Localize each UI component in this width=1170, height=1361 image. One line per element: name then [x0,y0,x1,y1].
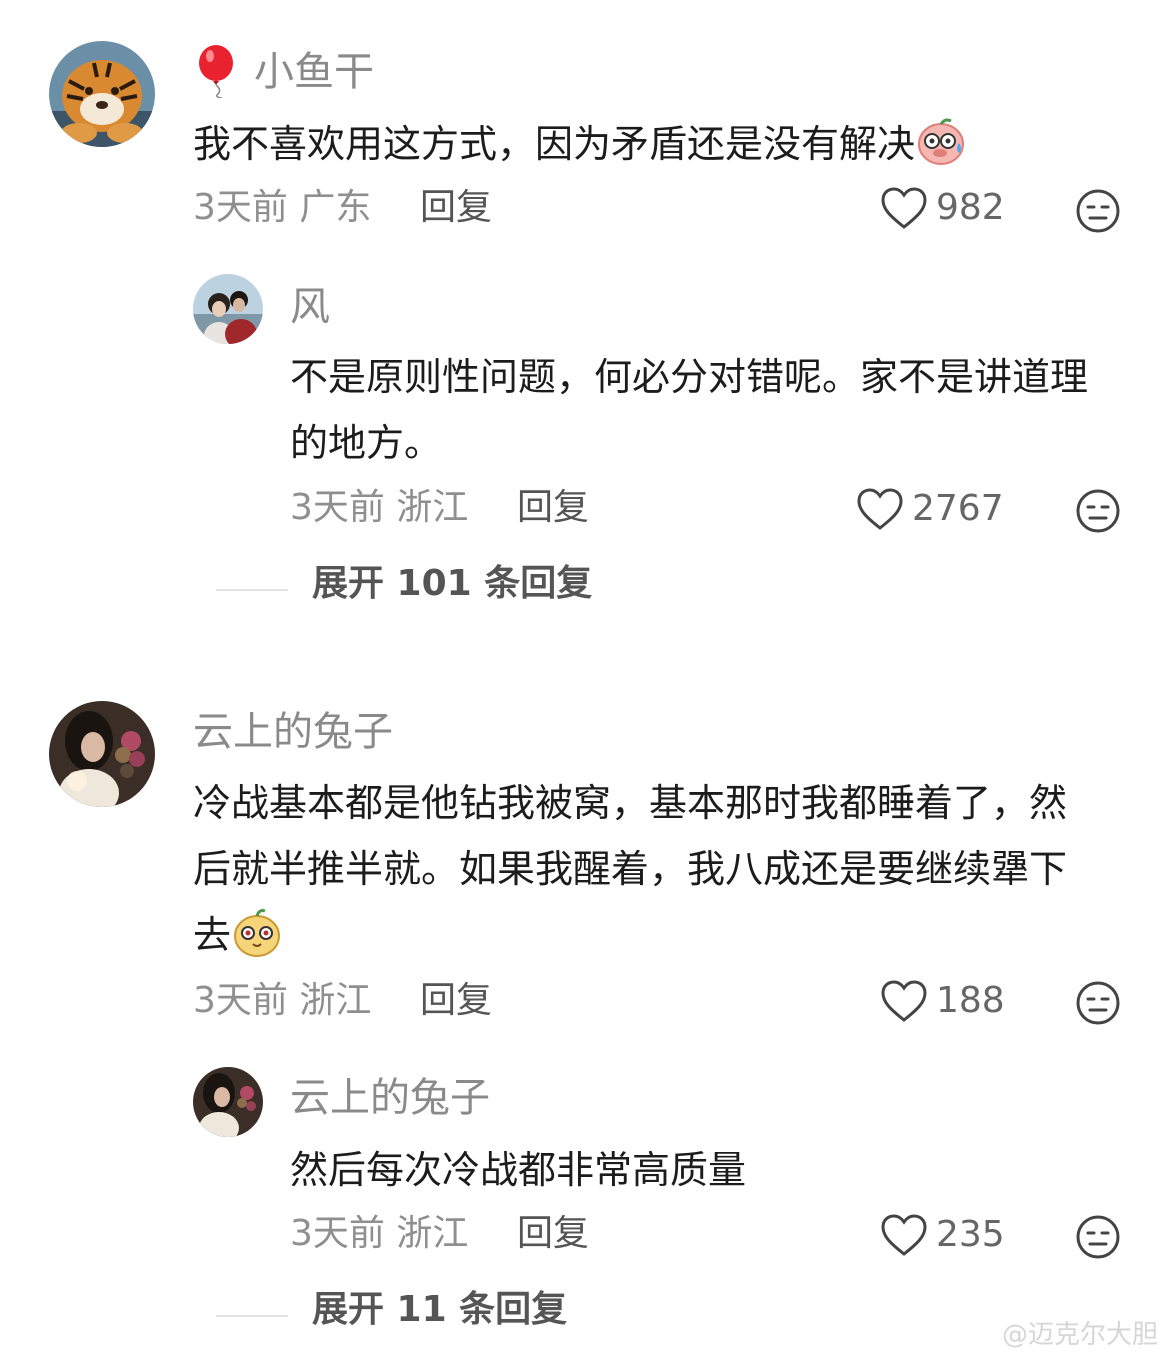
yellow-face-emoji [231,906,283,958]
reply-button[interactable]: 回复 [517,1216,589,1252]
reply-time: 3天前 [290,487,385,528]
avatar[interactable] [49,701,155,807]
couple-photo-avatar [193,274,263,344]
watermark: @迈克尔大胆 [1001,1320,1158,1350]
heart-icon [881,1214,927,1256]
dislike-face-icon[interactable] [1075,188,1121,234]
woman-flowers-avatar [193,1067,263,1137]
reply-text: 不是原则性问题，何必分对错呢。家不是讲道理的地方。 [290,355,1089,465]
heart-icon [881,980,927,1022]
balloon-icon [196,44,240,99]
reply-button[interactable]: 回复 [420,983,492,1019]
avatar[interactable] [193,1067,263,1137]
expand-replies-button[interactable]: 展开 101 条回复 [312,566,592,602]
comment-meta: 3天前 浙江 [193,983,371,1019]
like-count: 188 [936,980,1005,1021]
comment-text: 冷战基本都是他钻我被窝，基本那时我都睡着了，然后就半推半就。如果我醒着，我八成还… [193,770,1098,968]
expand-replies-button[interactable]: 展开 11 条回复 [312,1292,567,1328]
like-count: 982 [936,187,1005,228]
commenter-name[interactable]: 云上的兔子 [193,712,393,752]
commenter-name[interactable]: 风 [290,287,330,327]
comment-time: 3天前 [193,980,288,1021]
heart-icon [881,187,927,229]
avatar[interactable] [49,41,155,147]
expand-divider [216,1315,288,1317]
comment-time: 3天前 [193,187,288,228]
reply-button[interactable]: 回复 [517,490,589,526]
like-count: 2767 [912,488,1004,529]
dislike-face-icon[interactable] [1075,488,1121,534]
woman-flowers-avatar [49,701,155,807]
comment-text-body: 冷战基本都是他钻我被窝，基本那时我都睡着了，然后就半推半就。如果我醒着，我八成还… [193,781,1068,957]
reply-button[interactable]: 回复 [420,190,492,226]
comment-location: 广东 [299,187,372,228]
comment-text-body: 我不喜欢用这方式，因为矛盾还是没有解决 [193,122,916,166]
reply-text: 然后每次冷战都非常高质量 [290,1148,747,1192]
tiger-avatar [49,41,155,147]
dislike-face-icon[interactable] [1075,1214,1121,1260]
reply-location: 浙江 [396,1213,469,1254]
like-button[interactable]: 2767 [856,487,1004,531]
commenter-name[interactable]: 云上的兔子 [290,1078,490,1118]
dislike-face-icon[interactable] [1075,980,1121,1026]
like-button[interactable]: 188 [880,979,1005,1023]
reply-location: 浙江 [396,487,469,528]
pig-sweat-emoji [915,115,967,167]
comment-text: 我不喜欢用这方式，因为矛盾还是没有解决 [193,111,1133,177]
comment-location: 浙江 [299,980,372,1021]
expand-divider [216,589,288,591]
like-button[interactable]: 235 [880,1213,1005,1257]
like-button[interactable]: 982 [880,186,1005,230]
comment-meta: 3天前 广东 [193,190,371,226]
avatar[interactable] [193,274,263,344]
reply-meta: 3天前 浙江 [290,490,468,526]
heart-icon [857,488,903,530]
reply-time: 3天前 [290,1213,385,1254]
reply-meta: 3天前 浙江 [290,1216,468,1252]
commenter-name[interactable]: 小鱼干 [254,52,374,92]
like-count: 235 [936,1214,1005,1255]
